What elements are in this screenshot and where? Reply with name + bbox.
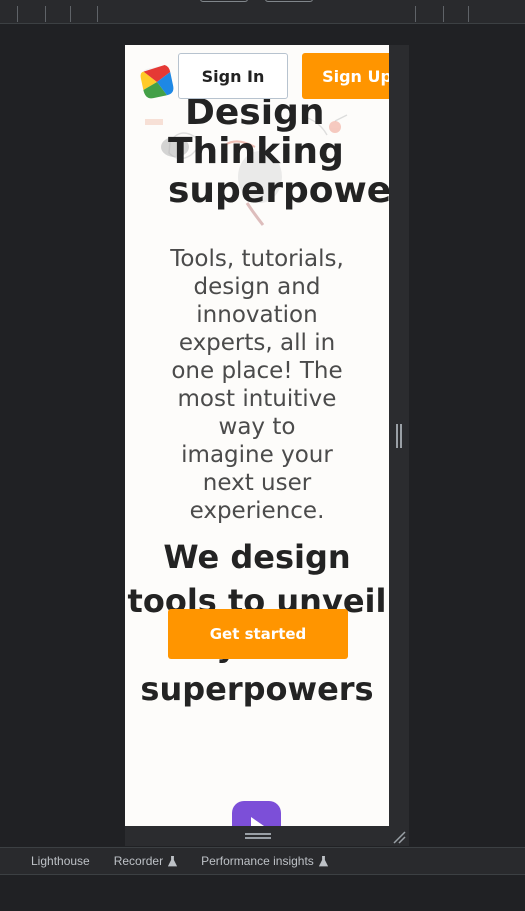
play-icon bbox=[251, 817, 264, 826]
hero-subtitle: Tools, tutorials, design and innovation … bbox=[170, 246, 344, 524]
tab-label: Recorder bbox=[113, 854, 164, 868]
tab-recorder[interactable]: Recorder bbox=[102, 847, 189, 875]
devtools-drawer-tabs: Lighthouse Recorder Performance insights bbox=[0, 847, 525, 875]
experimental-flask-icon bbox=[318, 855, 328, 866]
sign-up-button[interactable]: Sign Up bbox=[302, 53, 389, 99]
corner-resize-icon[interactable] bbox=[392, 830, 406, 844]
toolbar-dropdown-left[interactable] bbox=[200, 0, 248, 2]
get-started-button[interactable]: Get started bbox=[168, 609, 348, 659]
hero-title: Design Thinking superpowers bbox=[168, 93, 389, 210]
viewport-width-resizer[interactable] bbox=[389, 45, 409, 846]
drawer-panel bbox=[0, 876, 525, 911]
viewport-height-resizer[interactable] bbox=[125, 826, 389, 846]
toolbar-dropdown-right[interactable] bbox=[265, 0, 313, 2]
tab-performance-insights[interactable]: Performance insights bbox=[189, 847, 340, 875]
hero-title-line-2: Thinking bbox=[168, 131, 344, 172]
devtools-top-toolbar bbox=[0, 0, 525, 24]
tab-lighthouse[interactable]: Lighthouse bbox=[0, 847, 102, 875]
play-video-button[interactable] bbox=[232, 801, 281, 826]
device-frame: Design Thinking superpowers Sign In Sign… bbox=[125, 45, 389, 826]
hero-title-line-3: superpowers bbox=[168, 170, 389, 211]
experimental-flask-icon bbox=[168, 855, 178, 866]
drag-handle-icon bbox=[396, 424, 402, 448]
sign-in-button[interactable]: Sign In bbox=[178, 53, 288, 99]
tab-label: Performance insights bbox=[201, 854, 314, 868]
tab-label: Lighthouse bbox=[31, 854, 90, 868]
web-page: Design Thinking superpowers Sign In Sign… bbox=[125, 45, 389, 826]
drag-handle-icon bbox=[245, 833, 271, 839]
